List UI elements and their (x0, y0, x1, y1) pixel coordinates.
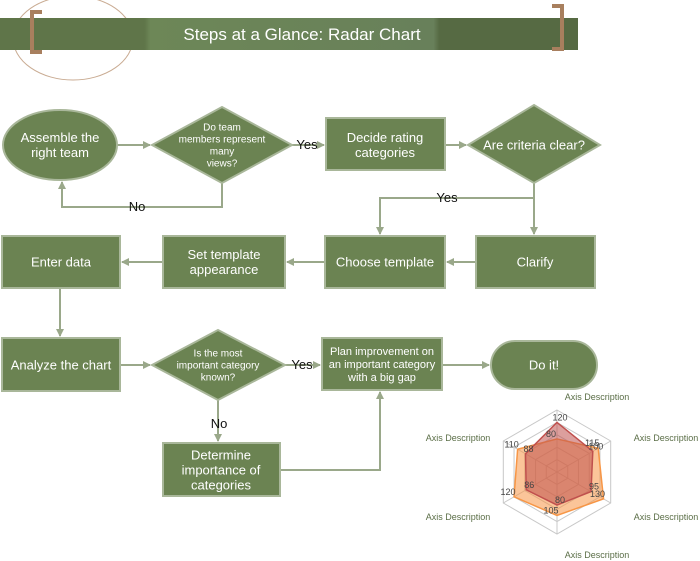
radar-chart: 1201009580868880115130105120110Axis Desc… (426, 392, 699, 560)
node-clarify[interactable]: Clarify (475, 235, 596, 289)
node-analyze[interactable]: Analyze the chart (1, 337, 121, 392)
radar-data-label: 105 (543, 505, 558, 515)
radar-data-label: 115 (585, 438, 599, 448)
node-label: importance of (182, 463, 261, 478)
node-label: Are criteria clear? (483, 138, 585, 153)
radar-data-label: 80 (546, 429, 556, 439)
node-label: Is the most (194, 349, 243, 360)
node-represent[interactable]: Do teammembers representmanyviews? (149, 105, 295, 185)
node-label: Do it! (529, 358, 559, 373)
radar-axis-label: Axis Description (634, 433, 699, 443)
radar-data-label: 88 (523, 444, 533, 454)
node-label: categories (355, 145, 415, 160)
node-label: with a big gap (347, 372, 416, 384)
connector-label-yes2: Yes (436, 190, 458, 205)
node-set[interactable]: Set templateappearance (162, 235, 286, 289)
node-label: many (210, 147, 234, 158)
node-label: Choose template (336, 255, 434, 270)
node-known[interactable]: Is the mostimportant categoryknown? (149, 328, 288, 402)
node-label: known? (201, 373, 236, 384)
radar-axis-label: Axis Description (634, 512, 699, 522)
node-label: Enter data (31, 255, 92, 270)
node-label: right team (31, 145, 89, 160)
node-label: appearance (190, 262, 259, 277)
radar-data-label: 86 (524, 480, 534, 490)
connector-label-yes3: Yes (291, 357, 313, 372)
node-plan[interactable]: Plan improvement onan important category… (321, 337, 443, 391)
node-label: Analyze the chart (11, 358, 112, 373)
connector-label-yes1: Yes (296, 137, 318, 152)
node-assemble[interactable]: Assemble theright team (2, 109, 118, 181)
node-label: Assemble the (21, 130, 100, 145)
radar-axis-label: Axis Description (565, 392, 630, 402)
node-enter[interactable]: Enter data (1, 235, 121, 289)
node-label: an important category (329, 359, 436, 371)
connector-label-no1: No (129, 199, 146, 214)
radar-axis-label: Axis Description (426, 433, 491, 443)
radar-data-label: 130 (590, 489, 605, 499)
radar-axis-label: Axis Description (426, 512, 491, 522)
node-label: members represent (179, 135, 266, 146)
node-label: views? (207, 159, 238, 170)
connector-label-no2: No (211, 416, 228, 431)
diagram-canvas: Steps at a Glance: Radar Chart Assemble … (0, 0, 700, 561)
node-decide[interactable]: Decide ratingcategories (325, 117, 446, 171)
title-banner: Steps at a Glance: Radar Chart (0, 0, 578, 81)
radar-data-label: 120 (552, 412, 567, 422)
node-choose[interactable]: Choose template (324, 235, 446, 289)
node-label: categories (191, 478, 251, 493)
radar-data-label: 110 (504, 439, 518, 449)
node-determine[interactable]: Determineimportance ofcategories (162, 442, 281, 497)
node-label: Clarify (517, 255, 554, 270)
node-label: Set template (188, 247, 261, 262)
node-label: Decide rating (347, 130, 424, 145)
flowchart: Steps at a Glance: Radar Chart Assemble … (0, 0, 699, 560)
radar-axis-label: Axis Description (565, 550, 630, 560)
node-label: important category (177, 361, 260, 372)
page-title: Steps at a Glance: Radar Chart (183, 25, 420, 44)
radar-data-label: 120 (501, 487, 516, 497)
radar-data-label: 80 (555, 495, 565, 505)
node-doit[interactable]: Do it! (490, 340, 598, 390)
node-label: Determine (191, 448, 251, 463)
node-label: Plan improvement on (330, 346, 434, 358)
node-criteria[interactable]: Are criteria clear? (466, 103, 602, 185)
connectors (56, 141, 538, 471)
node-label: Do team (203, 123, 241, 134)
